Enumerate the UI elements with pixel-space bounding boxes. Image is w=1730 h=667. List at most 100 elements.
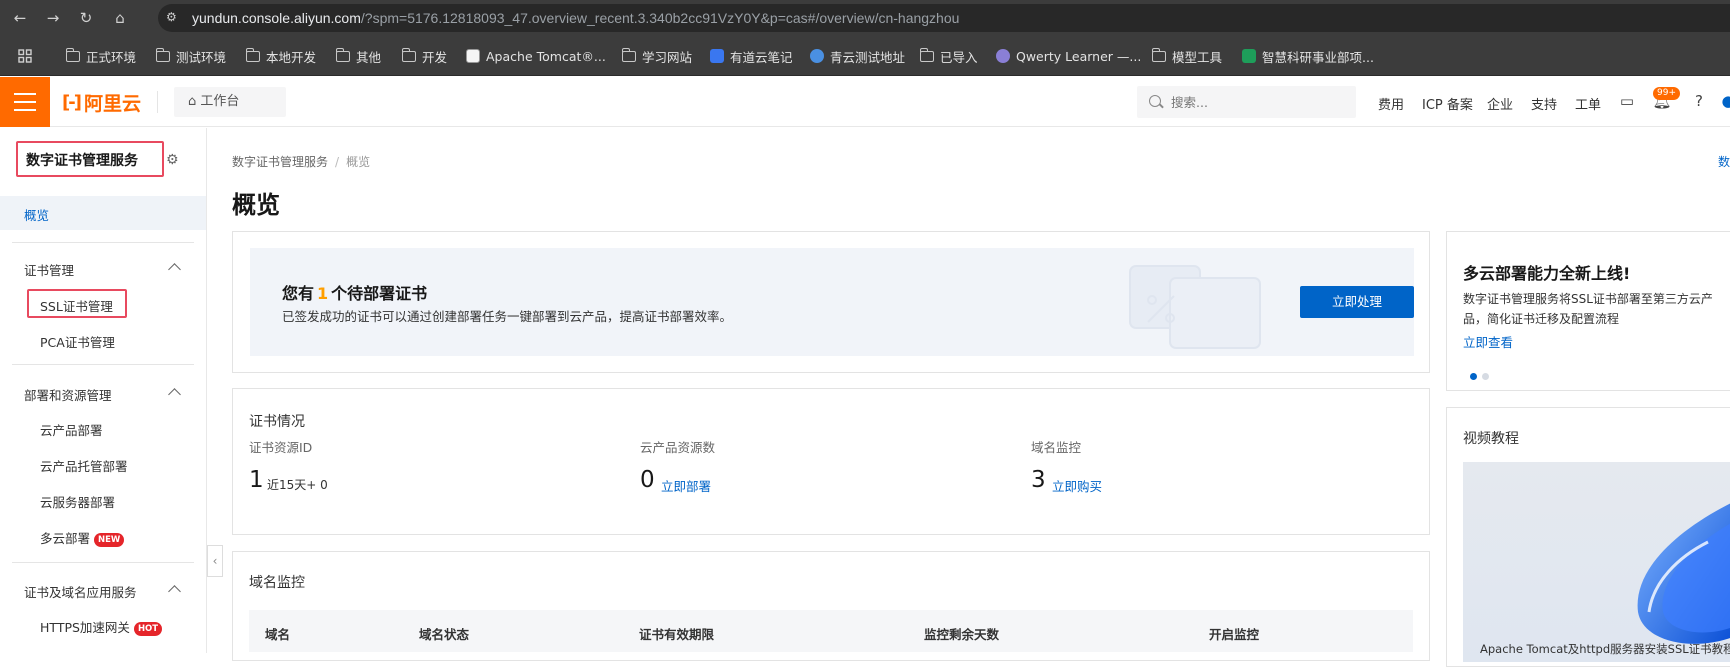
video-tutorial-card: 视频教程 [1446,407,1730,667]
bookmark-item[interactable]: 开发 [401,47,447,65]
highlight-box: 数字证书管理服务 [16,141,164,177]
folder-icon [1151,47,1166,62]
folder-icon [155,47,170,62]
bookmark-label: 学习网站 [642,49,693,65]
buy-now-link[interactable]: 立即购买 [1052,476,1102,495]
back-icon[interactable]: ← [10,8,30,28]
sidebar-group-cert-management[interactable]: 证书管理 [24,260,74,279]
menu-icon[interactable] [0,77,50,127]
sidebar-item-server-deploy[interactable]: 云服务器部署 [40,492,115,511]
folder-icon [919,47,934,62]
divider [157,91,158,113]
browser-address-bar: ← → ↻ ⌂ ⚙ yundun.console.aliyun.com/?spm… [0,0,1730,36]
stat-label: 域名监控 [1031,440,1082,455]
sidebar-group-deploy[interactable]: 部署和资源管理 [24,385,112,404]
home-icon[interactable]: ⌂ [110,8,130,28]
bookmark-label: 有道云笔记 [730,49,793,65]
folder-icon [621,47,636,62]
workbench-button[interactable]: ⌂ 工作台 [174,87,286,117]
youdao-note-icon [710,49,724,63]
domain-monitor-card: 域名监控 域名 域名状态 证书有效期限 监控剩余天数 开启监控 [232,551,1430,661]
qingcloud-icon [810,49,824,63]
chevron-up-icon[interactable] [168,585,181,598]
bookmark-label: 模型工具 [1172,49,1223,65]
apps-grid-icon[interactable] [18,47,32,65]
stat-label: 证书资源ID [249,440,313,455]
bookmark-item[interactable]: 有道云笔记 [710,47,793,65]
sidebar-title: 数字证书管理服务 [26,153,138,169]
bookmarks-bar: 正式环境 测试环境 本地开发 其他 开发 Apache Tomcat®... 学… [0,36,1730,76]
bookmark-item[interactable]: 测试环境 [155,47,226,65]
avatar[interactable]: ● [1718,91,1730,111]
pending-deploy-card: 您有 1 个待部署证书 已签发成功的证书可以通过创建部署任务一键部署到云产品，提高证… [232,231,1430,373]
aliyun-logo[interactable]: [-] 阿里云 [62,89,141,115]
bookmark-item[interactable]: 其他 [335,47,381,65]
bookmark-item[interactable]: Apache Tomcat®... [466,47,606,65]
banner-title-suffix: 个待部署证书 [331,284,428,303]
carousel-dot-active[interactable] [1470,373,1477,380]
sidebar-item-managed-deploy[interactable]: 云产品托管部署 [40,456,128,475]
cert-status-title: 证书情况 [249,414,305,430]
column-header: 域名状态 [419,627,470,642]
new-badge: NEW [94,533,125,547]
sidebar-item-overview[interactable]: 概览 [0,196,206,230]
site-info-icon[interactable]: ⚙ [166,10,182,26]
gear-icon[interactable]: ⚙ [166,152,182,168]
sidebar-item-ssl[interactable]: SSL证书管理 [40,296,113,315]
bookmark-item[interactable]: 模型工具 [1151,47,1223,65]
process-now-button[interactable]: 立即处理 [1300,286,1414,318]
topbar-link-enterprise[interactable]: 企业 [1487,94,1513,113]
pending-deploy-desc: 已签发成功的证书可以通过创建部署任务一键部署到云产品，提高证书部署效率。 [282,309,733,324]
sidebar-item-https-gateway[interactable]: HTTPS加速网关 HOT [40,617,163,636]
video-caption[interactable]: Apache Tomcat及httpd服务器安装SSL证书教程 [1480,641,1730,657]
deploy-now-link[interactable]: 立即部署 [661,476,711,495]
stat-value: 1 [249,467,264,493]
sidebar-group-domain-services[interactable]: 证书及域名应用服务 [24,582,137,601]
bookmark-item[interactable]: 青云测试地址 [810,47,905,65]
bookmark-label: 青云测试地址 [830,49,906,65]
workbench-label: 工作台 [200,94,240,109]
bookmark-label: Apache Tomcat®... [486,48,606,64]
topbar-link-support[interactable]: 支持 [1531,94,1557,113]
search-icon [1149,95,1161,107]
chevron-up-icon[interactable] [168,388,181,401]
bookmark-item[interactable]: 智慧科研事业部项... [1242,47,1374,65]
sidebar-item-pca[interactable]: PCA证书管理 [40,332,115,351]
search-input[interactable] [1171,93,1341,111]
chevron-up-icon[interactable] [168,263,181,276]
carousel-dot[interactable] [1482,373,1489,380]
topbar-link-billing[interactable]: 费用 [1378,94,1404,113]
notification-badge: 99+ [1653,87,1680,100]
topbar-link-ticket[interactable]: 工单 [1575,94,1601,113]
search-box[interactable] [1137,86,1356,118]
column-header: 监控剩余天数 [924,627,1000,642]
console-topbar: [-] 阿里云 ⌂ 工作台 费用 ICP 备案 企业 支持 工单 ▭ 🔔︎ 99… [0,77,1730,127]
column-header: 开启监控 [1209,627,1260,642]
table-header: 域名 域名状态 证书有效期限 监控剩余天数 开启监控 [249,610,1413,652]
url-path: /?spm=5176.12818093_47.overview_recent.3… [360,10,960,26]
help-icon[interactable]: ? [1689,91,1709,111]
bookmark-label: Qwerty Learner —... [1016,48,1142,64]
terminal-icon[interactable]: ▭ [1617,91,1637,111]
reload-icon[interactable]: ↻ [76,8,96,28]
video-tutorial-title: 视频教程 [1463,431,1519,447]
domain-monitor-title: 域名监控 [249,575,305,591]
forward-icon[interactable]: → [43,8,63,28]
sidebar-collapse-button[interactable]: ‹ [207,545,223,577]
view-now-link[interactable]: 立即查看 [1463,332,1513,351]
stat-value: 3 [1031,467,1046,493]
bookmark-item[interactable]: 正式环境 [65,47,136,65]
folder-icon [401,47,416,62]
bookmark-item[interactable]: 已导入 [919,47,978,65]
bookmark-item[interactable]: Qwerty Learner —... [996,47,1141,65]
bookmark-item[interactable]: 本地开发 [245,47,316,65]
folder-icon [335,47,350,62]
topbar-link-icp[interactable]: ICP 备案 [1422,94,1473,113]
breadcrumb-item[interactable]: 数字证书管理服务 [232,155,328,169]
video-thumbnail[interactable] [1463,462,1730,662]
sidebar-item-cloud-deploy[interactable]: 云产品部署 [40,420,103,439]
sidebar-item-multicloud-deploy[interactable]: 多云部署 NEW [40,528,125,547]
url-field[interactable]: ⚙ yundun.console.aliyun.com/?spm=5176.12… [158,4,1730,32]
edge-link[interactable]: 数 [1718,153,1730,170]
bookmark-item[interactable]: 学习网站 [621,47,693,65]
